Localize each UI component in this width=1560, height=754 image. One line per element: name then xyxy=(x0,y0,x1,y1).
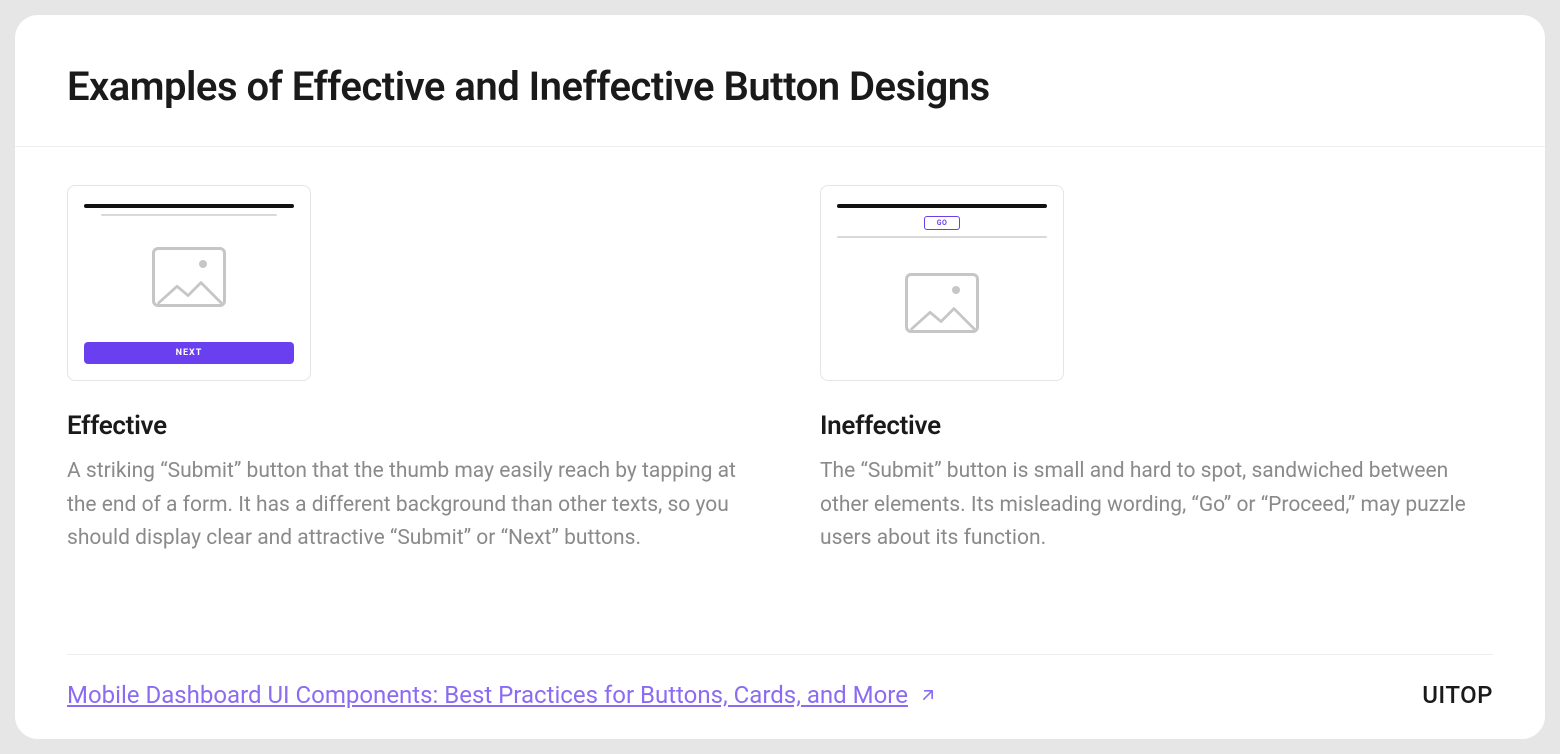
card-footer: Mobile Dashboard UI Components: Best Pra… xyxy=(67,654,1493,739)
mockup-image-area xyxy=(84,220,294,334)
page-background: Examples of Effective and Ineffective Bu… xyxy=(0,0,1560,754)
footer-brand: UITOP xyxy=(1422,681,1493,709)
mockup-effective: NEXT xyxy=(67,185,311,381)
mockup-text-line xyxy=(101,214,277,216)
column-heading-effective: Effective xyxy=(67,411,740,441)
image-placeholder-icon xyxy=(905,273,979,333)
mockup-title-bar xyxy=(84,204,294,208)
columns-wrapper: NEXT Effective A striking “Submit” butto… xyxy=(15,147,1545,654)
page-title: Examples of Effective and Ineffective Bu… xyxy=(67,63,1493,110)
mockup-next-button: NEXT xyxy=(84,342,294,364)
mockup-ineffective: GO xyxy=(820,185,1064,381)
column-body-effective: A striking “Submit” button that the thum… xyxy=(67,455,740,556)
footer-link[interactable]: Mobile Dashboard UI Components: Best Pra… xyxy=(67,681,938,709)
column-body-ineffective: The “Submit” button is small and hard to… xyxy=(820,455,1493,556)
column-effective: NEXT Effective A striking “Submit” butto… xyxy=(67,185,740,624)
footer-link-text: Mobile Dashboard UI Components: Best Pra… xyxy=(67,681,908,709)
column-ineffective: GO Ineffective The “Submit” button is sm… xyxy=(820,185,1493,624)
mockup-go-button: GO xyxy=(924,216,960,230)
card-header: Examples of Effective and Ineffective Bu… xyxy=(15,15,1545,147)
external-link-icon xyxy=(918,685,938,705)
content-card: Examples of Effective and Ineffective Bu… xyxy=(14,14,1546,740)
image-placeholder-icon xyxy=(152,247,226,307)
mockup-text-line xyxy=(837,236,1047,238)
mockup-image-area xyxy=(837,242,1047,364)
mockup-title-bar xyxy=(837,204,1047,208)
column-heading-ineffective: Ineffective xyxy=(820,411,1493,441)
